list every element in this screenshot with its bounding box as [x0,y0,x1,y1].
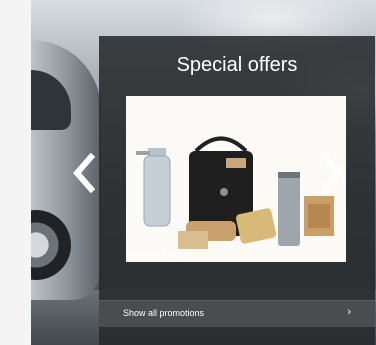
chevron-right-icon[interactable] [319,153,345,193]
show-all-promotions-link[interactable]: Show all promotions › [99,300,375,327]
chevron-left-icon[interactable] [71,153,97,193]
page-frame: Special offers Interior Care Show all pr… [0,0,376,345]
panel-title: Special offers [176,54,298,76]
chevron-right-small-icon: › [347,306,351,318]
offer-image-card[interactable] [126,96,346,262]
background-hero-image: Special offers Interior Care Show all pr… [31,0,376,345]
offer-caption: Interior Care [132,249,183,259]
show-all-promotions-label: Show all promotions [123,308,205,318]
interior-care-product-image [126,96,346,262]
